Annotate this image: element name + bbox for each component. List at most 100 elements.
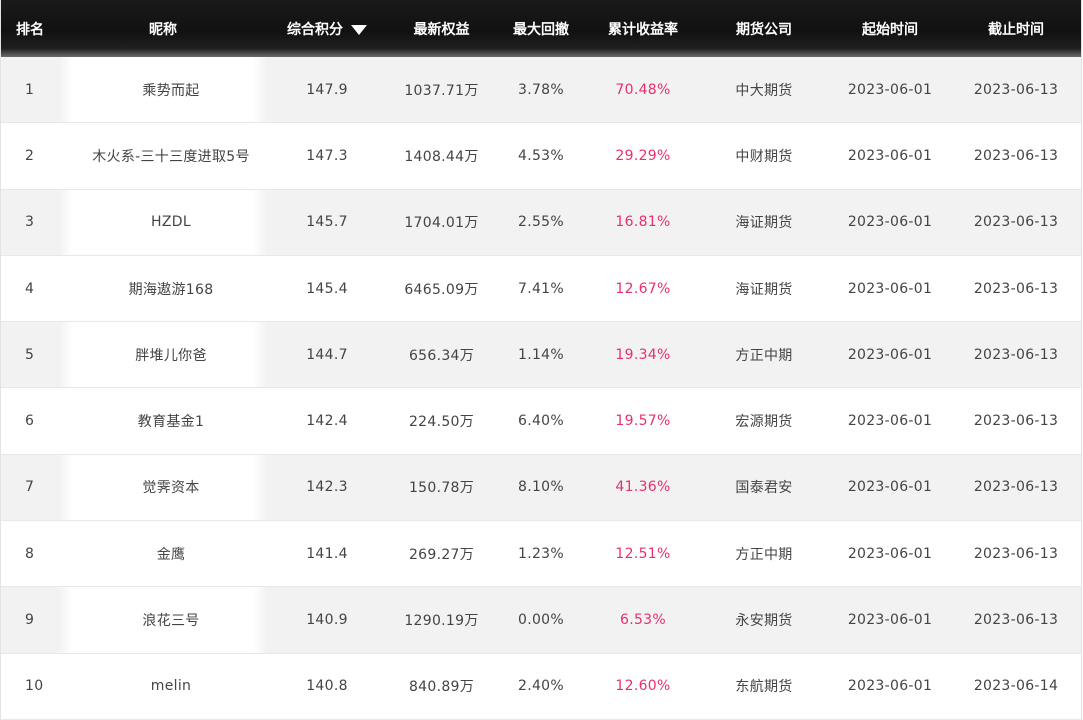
name-cell[interactable]: 教育基金1 <box>59 388 267 453</box>
start-date-cell: 2023-06-01 <box>847 479 933 496</box>
start-date-cell: 2023-06-01 <box>847 545 933 562</box>
equity-cell: 1037.71万 <box>404 82 479 99</box>
score-cell: 140.9 <box>306 612 348 629</box>
header-equity-label: 最新权益 <box>413 21 470 38</box>
return-cell: 12.51% <box>586 521 700 586</box>
return-value: 12.67% <box>615 280 671 297</box>
return-cell: 6.53% <box>586 587 700 652</box>
return-value: 12.60% <box>615 678 671 695</box>
name-cell[interactable]: 乘势而起 <box>59 57 267 123</box>
table-row[interactable]: 8 金鹰 141.4 269.27万 1.23% 12.51% 方正中期 202… <box>1 521 1081 588</box>
company-cell: 国泰君安 <box>735 480 793 497</box>
start-date-cell: 2023-06-01 <box>847 346 933 363</box>
rank-cell: 6 <box>25 413 35 430</box>
header-drawdown[interactable]: 最大回撤 <box>496 0 586 57</box>
equity-cell: 224.50万 <box>408 414 475 431</box>
end-date-cell: 2023-06-13 <box>973 413 1059 430</box>
name-cell[interactable]: 浪花三号 <box>59 587 267 653</box>
score-cell: 142.4 <box>306 413 348 430</box>
start-date-cell: 2023-06-01 <box>847 280 933 297</box>
name-cell[interactable]: 胖堆儿你爸 <box>59 322 267 388</box>
equity-cell: 6465.09万 <box>404 281 479 298</box>
table-row[interactable]: 6 教育基金1 142.4 224.50万 6.40% 19.57% 宏源期货 … <box>1 388 1081 455</box>
return-value: 19.34% <box>615 346 671 363</box>
company-cell: 中财期货 <box>735 148 793 165</box>
table-row[interactable]: 9 浪花三号 140.9 1290.19万 0.00% 6.53% 永安期货 2… <box>1 587 1081 654</box>
header-end-date[interactable]: 截止时间 <box>952 0 1080 57</box>
header-rank-label: 排名 <box>16 21 44 38</box>
drawdown-cell: 8.10% <box>518 479 564 496</box>
header-drawdown-label: 最大回撤 <box>513 21 569 38</box>
table-row[interactable]: 7 觉霁资本 142.3 150.78万 8.10% 41.36% 国泰君安 2… <box>1 454 1081 522</box>
end-date-cell: 2023-06-13 <box>973 545 1059 562</box>
score-cell: 142.3 <box>306 479 348 496</box>
return-cell: 16.81% <box>586 190 700 255</box>
table-header: 排名 昵称 综合积分 最新权益 最大回撤 累计收益率 期货公司 起始时间 截止时… <box>1 0 1081 57</box>
return-cell: 19.57% <box>586 388 700 453</box>
rank-cell: 7 <box>25 479 35 496</box>
drawdown-cell: 6.40% <box>518 413 564 430</box>
end-date-cell: 2023-06-13 <box>973 214 1059 231</box>
header-score-label: 综合积分 <box>287 21 343 38</box>
return-cell: 12.67% <box>586 256 700 321</box>
header-equity[interactable]: 最新权益 <box>387 0 496 57</box>
header-name[interactable]: 昵称 <box>59 0 267 57</box>
table-row[interactable]: 10 melin 140.8 840.89万 2.40% 12.60% 东航期货… <box>1 653 1081 720</box>
return-value: 70.48% <box>615 81 671 98</box>
equity-cell: 656.34万 <box>408 347 475 364</box>
return-value: 12.51% <box>615 545 671 562</box>
caret-down-icon[interactable] <box>351 24 367 35</box>
company-cell: 海证期货 <box>735 215 793 232</box>
equity-cell: 840.89万 <box>408 679 475 696</box>
table-row[interactable]: 3 HZDL 145.7 1704.01万 2.55% 16.81% 海证期货 … <box>1 189 1081 256</box>
return-cell: 12.60% <box>586 654 700 719</box>
return-value: 41.36% <box>615 479 671 496</box>
name-cell[interactable]: 木火系-三十三度进取5号 <box>59 123 267 188</box>
company-cell: 方正中期 <box>735 546 793 563</box>
header-company-label: 期货公司 <box>736 21 792 38</box>
header-score-sort-button[interactable]: 综合积分 <box>267 0 387 57</box>
company-cell: 宏源期货 <box>735 414 793 431</box>
end-date-cell: 2023-06-13 <box>973 346 1059 363</box>
name-cell[interactable]: melin <box>59 654 267 719</box>
start-date-cell: 2023-06-01 <box>847 612 933 629</box>
equity-cell: 1704.01万 <box>404 215 479 232</box>
company-cell: 海证期货 <box>735 281 793 298</box>
score-cell: 141.4 <box>306 545 348 562</box>
drawdown-cell: 2.40% <box>518 678 564 695</box>
equity-cell: 1290.19万 <box>404 613 479 630</box>
return-value: 29.29% <box>615 147 671 164</box>
name-cell[interactable]: HZDL <box>59 189 267 255</box>
rank-cell: 2 <box>25 147 35 164</box>
name-cell[interactable]: 金鹰 <box>59 521 267 586</box>
rank-cell: 1 <box>25 81 35 98</box>
return-cell: 70.48% <box>586 57 700 122</box>
name-cell[interactable]: 期海遨游168 <box>59 256 267 321</box>
company-cell: 方正中期 <box>735 347 793 364</box>
start-date-cell: 2023-06-01 <box>847 413 933 430</box>
return-cell: 29.29% <box>586 123 700 188</box>
rank-cell: 5 <box>25 346 35 363</box>
company-cell: 东航期货 <box>735 679 793 696</box>
header-company[interactable]: 期货公司 <box>700 0 828 57</box>
table-row[interactable]: 5 胖堆儿你爸 144.7 656.34万 1.14% 19.34% 方正中期 … <box>1 322 1081 389</box>
drawdown-cell: 3.78% <box>518 81 564 98</box>
table-row[interactable]: 4 期海遨游168 145.4 6465.09万 7.41% 12.67% 海证… <box>1 255 1081 323</box>
start-date-cell: 2023-06-01 <box>847 678 933 695</box>
score-cell: 147.9 <box>306 81 348 98</box>
header-cumulative-return[interactable]: 累计收益率 <box>586 0 700 57</box>
start-date-cell: 2023-06-01 <box>847 81 933 98</box>
return-cell: 41.36% <box>586 455 700 520</box>
table-row[interactable]: 1 乘势而起 147.9 1037.71万 3.78% 70.48% 中大期货 … <box>1 57 1081 124</box>
table-row[interactable]: 2 木火系-三十三度进取5号 147.3 1408.44万 4.53% 29.2… <box>1 123 1081 190</box>
rank-cell: 8 <box>25 545 35 562</box>
name-cell[interactable]: 觉霁资本 <box>59 454 267 521</box>
return-value: 19.57% <box>615 413 671 430</box>
header-start-date[interactable]: 起始时间 <box>828 0 952 57</box>
return-value: 16.81% <box>615 214 671 231</box>
header-rank[interactable]: 排名 <box>1 0 59 57</box>
header-name-label: 昵称 <box>149 21 177 38</box>
end-date-cell: 2023-06-14 <box>973 678 1059 695</box>
ranking-table: 排名 昵称 综合积分 最新权益 最大回撤 累计收益率 期货公司 起始时间 截止时… <box>0 0 1082 720</box>
header-cumulative-return-label: 累计收益率 <box>608 21 678 38</box>
